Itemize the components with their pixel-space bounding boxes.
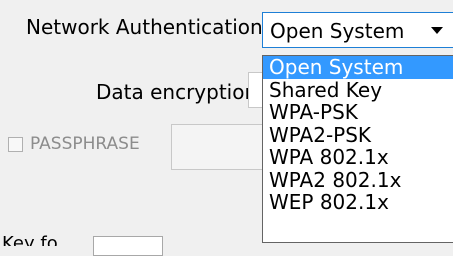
network-authentication-dropdown-list: Open System Shared Key WPA-PSK WPA2-PSK … xyxy=(262,55,453,243)
data-encryption-label: Data encryption: xyxy=(96,80,264,104)
dropdown-option-wpa2-8021x[interactable]: WPA2 802.1x xyxy=(263,168,453,192)
chevron-down-icon[interactable] xyxy=(431,27,443,34)
passphrase-input[interactable] xyxy=(171,124,263,170)
dropdown-option-open-system[interactable]: Open System xyxy=(263,56,453,79)
bottom-field-input[interactable] xyxy=(93,236,163,256)
network-authentication-label: Network Authentication: xyxy=(26,15,270,39)
network-authentication-select[interactable]: Open System xyxy=(262,12,453,48)
dropdown-option-wpa2-psk[interactable]: WPA2-PSK xyxy=(263,123,453,147)
network-authentication-selected-value: Open System xyxy=(270,19,405,43)
dropdown-option-shared-key[interactable]: Shared Key xyxy=(263,78,453,102)
dropdown-option-wep-8021x[interactable]: WEP 802.1x xyxy=(263,191,453,214)
dropdown-option-wpa-8021x[interactable]: WPA 802.1x xyxy=(263,146,453,169)
bottom-field-label: Key fo xyxy=(2,233,58,246)
passphrase-checkbox[interactable] xyxy=(8,137,23,152)
data-encryption-select[interactable] xyxy=(248,72,262,108)
passphrase-label: PASSPHRASE xyxy=(30,134,140,154)
dropdown-option-wpa-psk[interactable]: WPA-PSK xyxy=(263,101,453,124)
